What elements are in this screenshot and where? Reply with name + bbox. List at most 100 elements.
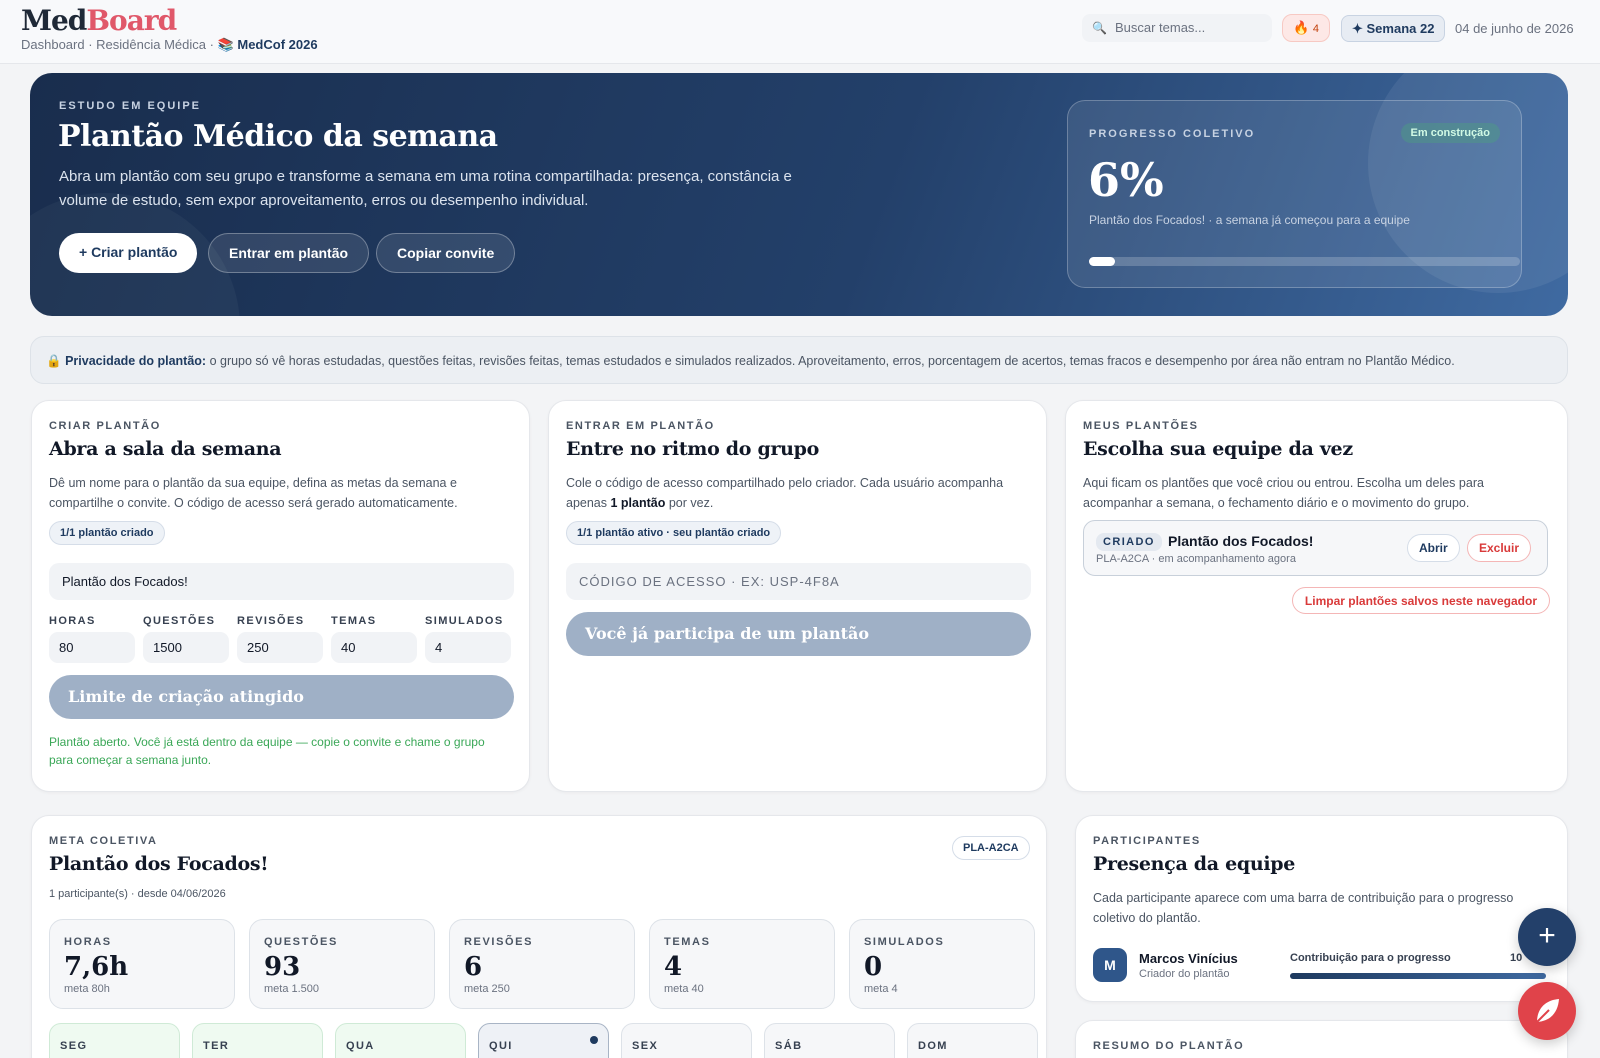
success-message: Plantão aberto. Você já está dentro da e…: [49, 735, 485, 767]
hero-eyebrow: ESTUDO EM EQUIPE: [59, 100, 202, 112]
day-fri[interactable]: SEX: [621, 1023, 752, 1058]
contribution-value: 10: [1510, 952, 1523, 964]
leaf-icon: [1536, 999, 1559, 1023]
shift-code-badge[interactable]: PLA-A2CA: [952, 836, 1030, 860]
day-wed[interactable]: QUA: [335, 1023, 466, 1058]
card-title: Plantão dos Focados!: [49, 853, 269, 875]
card-description: Cole o código de acesso compartilhado pe…: [566, 476, 1004, 510]
breadcrumb: Dashboard · Residência Médica · 📚 MedCof…: [21, 37, 318, 53]
plus-icon: +: [1538, 919, 1556, 952]
created-tag: CRIADO: [1096, 533, 1162, 551]
day-sun[interactable]: DOM: [907, 1023, 1038, 1058]
breadcrumb-path: Dashboard · Residência Médica ·: [21, 37, 214, 52]
copy-invite-button[interactable]: Copiar convite: [376, 233, 516, 273]
goal-hours-input[interactable]: 80: [49, 632, 135, 663]
card-title: Entre no ritmo do grupo: [566, 438, 820, 460]
card-title: Escolha sua equipe da vez: [1083, 438, 1353, 460]
day-tue[interactable]: TER: [192, 1023, 323, 1058]
collective-progress-card: PROGRESSO COLETIVO Em construção 6% Plan…: [1067, 100, 1522, 288]
participants-card: PARTICIPANTES Presença da equipe Cada pa…: [1075, 815, 1568, 1002]
add-fab-button[interactable]: +: [1518, 908, 1576, 966]
goal-questions-input[interactable]: 1500: [143, 632, 229, 663]
shift-name: Plantão dos Focados!: [1168, 533, 1314, 549]
today-indicator: [590, 1036, 598, 1044]
privacy-text: o grupo só vê horas estudadas, questões …: [209, 354, 1455, 368]
created-count-badge: 1/1 plantão criado: [49, 521, 165, 545]
goal-label-topics: TEMAS: [331, 615, 377, 627]
participant-name: Marcos Vinícius: [1139, 951, 1238, 966]
join-shift-button[interactable]: Entrar em plantão: [208, 233, 370, 273]
hero-banner: ESTUDO EM EQUIPE Plantão Médico da seman…: [30, 73, 1568, 316]
goal-topics-input[interactable]: 40: [331, 632, 417, 663]
hero-title: Plantão Médico da semana: [58, 119, 498, 154]
search-placeholder: Buscar temas...: [1114, 20, 1206, 35]
create-shift-card: CRIAR PLANTÃO Abra a sala da semana Dê u…: [31, 400, 530, 792]
access-code-input[interactable]: CÓDIGO DE ACESSO · EX: USP-4F8A: [566, 563, 1031, 600]
shift-list-item[interactable]: CRIADO Plantão dos Focados! PLA-A2CA · e…: [1083, 520, 1548, 576]
day-thu[interactable]: QUI: [478, 1023, 609, 1058]
progress-label: PROGRESSO COLETIVO: [1089, 128, 1256, 140]
book-icon: 📚: [217, 37, 234, 52]
card-eyebrow: MEUS PLANTÕES: [1083, 420, 1199, 432]
stat-topics: TEMAS 4 meta 40: [649, 919, 835, 1009]
progress-percent: 6%: [1088, 153, 1164, 207]
goal-reviews-input[interactable]: 250: [237, 632, 323, 663]
current-date: 04 de junho de 2026: [1455, 21, 1574, 36]
delete-shift-button[interactable]: Excluir: [1467, 534, 1532, 562]
card-eyebrow: ENTRAR EM PLANTÃO: [566, 420, 715, 432]
privacy-notice: 🔒 Privacidade do plantão: o grupo só vê …: [30, 336, 1568, 384]
participants-since: 1 participante(s) · desde 04/06/2026: [49, 888, 226, 900]
summary-card: RESUMO DO PLANTÃO: [1075, 1020, 1568, 1058]
card-description: Dê um nome para o plantão da sua equipe,…: [49, 476, 458, 510]
card-title: Presença da equipe: [1093, 853, 1296, 875]
status-badge: Em construção: [1400, 123, 1500, 143]
active-shift-badge: 1/1 plantão ativo · seu plantão criado: [566, 521, 782, 545]
privacy-lead: Privacidade do plantão:: [65, 354, 207, 368]
join-shift-card: ENTRAR EM PLANTÃO Entre no ritmo do grup…: [548, 400, 1047, 792]
stat-questions: QUESTÕES 93 meta 1.500: [249, 919, 435, 1009]
goal-label-exams: SIMULADOS: [425, 615, 504, 627]
top-bar: MedBoard Dashboard · Residência Médica ·…: [0, 0, 1600, 64]
open-shift-button[interactable]: Abrir: [1407, 534, 1460, 562]
create-shift-button[interactable]: + Criar plantão: [59, 233, 198, 273]
breadcrumb-exam[interactable]: MedCof 2026: [237, 37, 317, 52]
shift-name-input[interactable]: Plantão dos Focados!: [49, 563, 514, 600]
goal-label-reviews: REVISÕES: [237, 615, 305, 627]
shift-code: PLA-A2CA · em acompanhamento agora: [1096, 553, 1296, 565]
contribution-bar-fill: [1290, 973, 1546, 979]
card-description: Cada participante aparece com uma barra …: [1093, 891, 1514, 925]
fire-icon: 🔥: [1293, 20, 1310, 35]
stat-exams: SIMULADOS 0 meta 4: [849, 919, 1035, 1009]
day-mon[interactable]: SEG: [49, 1023, 180, 1058]
my-shifts-card: MEUS PLANTÕES Escolha sua equipe da vez …: [1065, 400, 1568, 792]
app-logo[interactable]: MedBoard: [21, 4, 177, 37]
create-limit-button[interactable]: Limite de criação atingido: [49, 675, 514, 719]
stat-hours: HORAS 7,6h meta 80h: [49, 919, 235, 1009]
lock-icon: 🔒: [46, 354, 62, 368]
progress-bar: [1089, 257, 1520, 266]
streak-badge[interactable]: 🔥 4: [1282, 14, 1330, 42]
goal-exams-input[interactable]: 4: [425, 632, 511, 663]
leaf-fab-button[interactable]: [1518, 982, 1576, 1040]
search-icon: 🔍: [1092, 21, 1107, 35]
goal-label-hours: HORAS: [49, 615, 96, 627]
goal-label-questions: QUESTÕES: [143, 615, 216, 627]
card-eyebrow: RESUMO DO PLANTÃO: [1093, 1040, 1245, 1052]
stat-reviews: REVISÕES 6 meta 250: [449, 919, 635, 1009]
progress-subtitle: Plantão dos Focados! · a semana já começ…: [1089, 213, 1410, 227]
contribution-bar: [1290, 973, 1546, 979]
card-eyebrow: META COLETIVA: [49, 835, 158, 847]
search-input[interactable]: 🔍 Buscar temas...: [1082, 14, 1272, 42]
avatar: M: [1093, 948, 1127, 982]
hero-description: Abra um plantão com seu grupo e transfor…: [59, 168, 792, 209]
collective-goal-card: META COLETIVA Plantão dos Focados! PLA-A…: [31, 815, 1047, 1058]
participant-role: Criador do plantão: [1139, 968, 1230, 980]
card-title: Abra a sala da semana: [49, 438, 282, 460]
day-sat[interactable]: SÁB: [764, 1023, 895, 1058]
contribution-label: Contribuição para o progresso: [1290, 952, 1451, 964]
card-eyebrow: PARTICIPANTES: [1093, 835, 1201, 847]
week-badge[interactable]: ✦ Semana 22: [1341, 15, 1446, 42]
clear-saved-shifts-button[interactable]: Limpar plantões salvos neste navegador: [1291, 587, 1550, 614]
already-joined-button[interactable]: Você já participa de um plantão: [566, 612, 1031, 656]
progress-bar-fill: [1089, 257, 1115, 266]
